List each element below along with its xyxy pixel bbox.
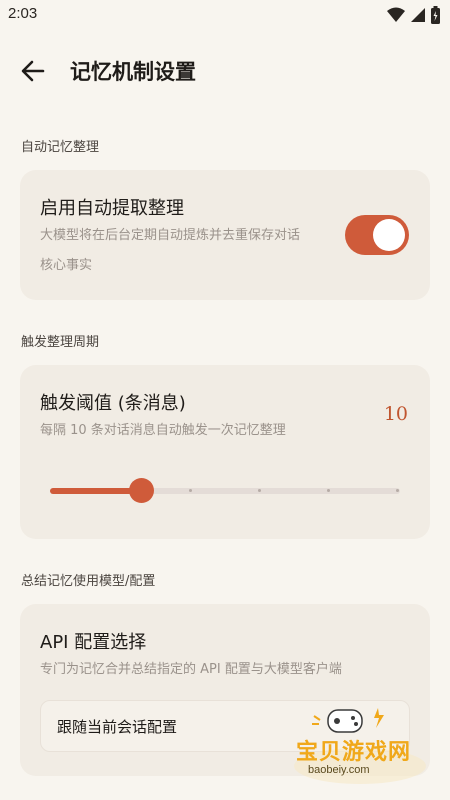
battery-icon xyxy=(431,6,440,24)
watermark-url: baobeiy.com xyxy=(308,764,370,776)
toggle-knob xyxy=(373,219,405,251)
api-config-desc: 专门为记忆合并总结指定的 API 配置与大模型客户端 xyxy=(40,662,342,677)
signal-icon xyxy=(411,8,425,22)
status-time: 2:03 xyxy=(8,5,38,22)
slider-tick xyxy=(189,489,192,492)
section-label-auto: 自动记忆整理 xyxy=(21,140,100,155)
auto-extract-desc-line1: 大模型将在后台定期自动提炼并去重保存对话 xyxy=(40,228,301,243)
page-title: 记忆机制设置 xyxy=(70,60,196,84)
auto-extract-toggle[interactable] xyxy=(345,215,409,255)
watermark-logo: 宝贝游戏网 baobeiy.com xyxy=(290,706,430,786)
trigger-threshold-desc: 每隔 10 条对话消息自动触发一次记忆整理 xyxy=(40,423,286,438)
trigger-threshold-value: 10 xyxy=(383,403,408,425)
status-bar: 2:03 xyxy=(0,0,450,32)
slider-thumb[interactable] xyxy=(129,478,154,503)
app-bar: 记忆机制设置 xyxy=(0,46,450,96)
slider-tick xyxy=(396,489,399,492)
trigger-threshold-title: 触发阈值 (条消息) xyxy=(40,393,186,414)
slider-tick xyxy=(327,489,330,492)
api-config-selected-value: 跟随当前会话配置 xyxy=(57,718,178,736)
arrow-left-icon xyxy=(21,60,45,82)
section-label-trigger: 触发整理周期 xyxy=(21,335,100,350)
auto-extract-desc-line2: 核心事实 xyxy=(40,258,93,273)
auto-extract-card: 启用自动提取整理 大模型将在后台定期自动提炼并去重保存对话 核心事实 xyxy=(20,170,430,300)
slider-tick xyxy=(258,489,261,492)
auto-extract-title: 启用自动提取整理 xyxy=(40,198,184,219)
back-button[interactable] xyxy=(18,58,48,84)
wifi-icon xyxy=(387,7,405,22)
watermark-text: 宝贝游戏网 xyxy=(296,740,412,765)
section-label-model: 总结记忆使用模型/配置 xyxy=(21,574,156,589)
api-config-title: API 配置选择 xyxy=(40,632,147,653)
trigger-threshold-card: 触发阈值 (条消息) 10 每隔 10 条对话消息自动触发一次记忆整理 xyxy=(20,365,430,539)
trigger-threshold-slider[interactable] xyxy=(50,477,400,505)
status-icons xyxy=(387,6,440,24)
